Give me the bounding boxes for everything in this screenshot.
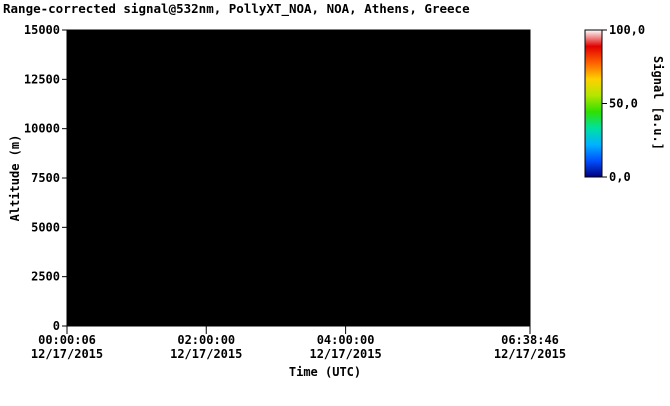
x-axis-label: Time (UTC) (289, 365, 361, 379)
colorbar-tick-label: 100,0 (609, 23, 645, 37)
x-tick-time: 02:00:00 (177, 333, 235, 347)
x-tick-time: 00:00:06 (38, 333, 96, 347)
chart-svg: 0250050007500100001250015000 00:00:0612/… (8, 23, 665, 379)
y-tick-label: 0 (53, 319, 60, 333)
y-tick-label: 12500 (24, 72, 60, 86)
y-tick-label: 7500 (31, 171, 60, 185)
y-tick-label: 2500 (31, 270, 60, 284)
x-tick-time: 04:00:00 (317, 333, 375, 347)
colorbar-label: Signal [a.u.] (651, 56, 665, 150)
x-tick-time: 06:38:46 (501, 333, 559, 347)
y-axis-label: Altitude (m) (8, 135, 22, 222)
x-axis: 00:00:0612/17/201502:00:0012/17/201504:0… (31, 326, 566, 361)
colorbar-ticks: 0,0 50,0 100,0 (602, 23, 645, 184)
x-tick-date: 12/17/2015 (309, 347, 381, 361)
y-axis: 0 2500 5000 7500 10000 12500 15000 (24, 23, 67, 333)
signal-heatmap (67, 30, 530, 326)
y-tick-label: 5000 (31, 220, 60, 234)
colorbar (584, 29, 603, 178)
y-tick-label: 15000 (24, 23, 60, 37)
x-tick-date: 12/17/2015 (494, 347, 566, 361)
colorbar-tick-label: 0,0 (609, 170, 631, 184)
x-tick-date: 12/17/2015 (170, 347, 242, 361)
y-tick-label: 10000 (24, 122, 60, 136)
colorbar-tick-label: 50,0 (609, 97, 638, 111)
x-tick-date: 12/17/2015 (31, 347, 103, 361)
heatmap-image (67, 30, 530, 326)
